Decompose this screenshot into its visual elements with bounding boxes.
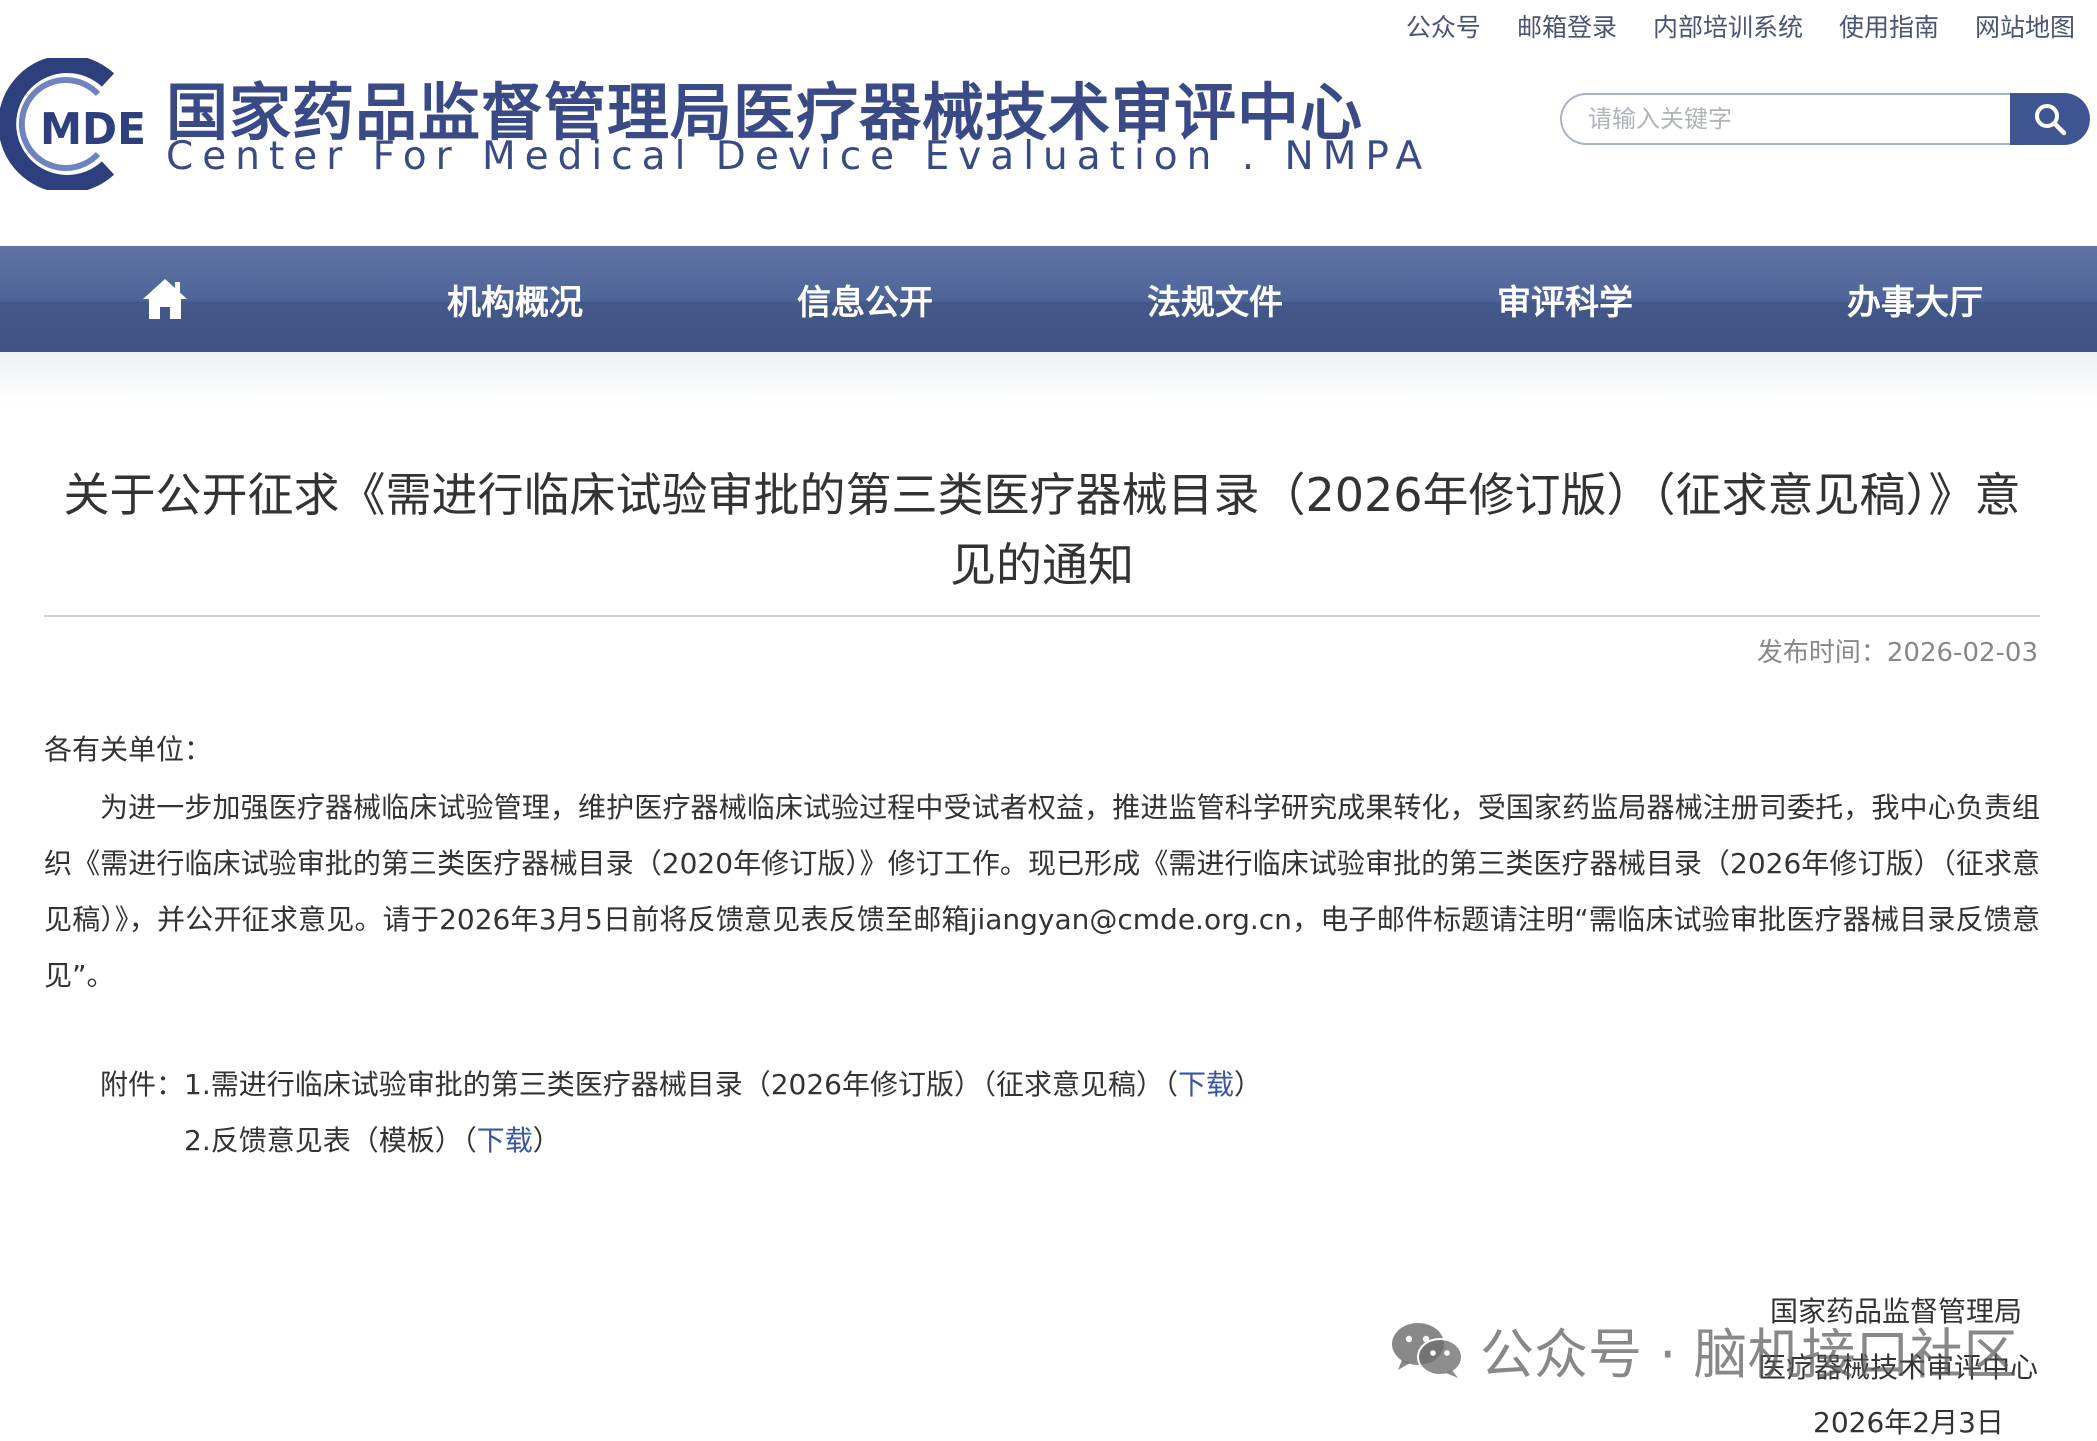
nav-home[interactable] xyxy=(35,246,295,352)
search-button[interactable] xyxy=(2010,93,2090,145)
attachment-1-download-link[interactable]: 下载 xyxy=(1178,1068,1234,1101)
nav-shadow xyxy=(0,352,2097,404)
attachment-label: 附件： xyxy=(100,1068,185,1101)
search-input[interactable] xyxy=(1560,93,2010,145)
nav-item-review-science[interactable]: 审评科学 xyxy=(1435,246,1695,352)
nav-item-service-hall[interactable]: 办事大厅 xyxy=(1785,246,2045,352)
attachment-1: 附件：1.需进行临床试验审批的第三类医疗器械目录（2026年修订版）（征求意见稿… xyxy=(100,1063,1262,1103)
top-link-sitemap[interactable]: 网站地图 xyxy=(1975,8,2075,44)
search-icon xyxy=(2035,104,2067,136)
top-links: 公众号 邮箱登录 内部培训系统 使用指南 网站地图 xyxy=(1406,8,2075,44)
greeting: 各有关单位： xyxy=(44,733,213,766)
attachment-2: 2.反馈意见表（模板）（下载） xyxy=(184,1119,561,1159)
main-nav: 机构概况 信息公开 法规文件 审评科学 办事大厅 xyxy=(0,246,2097,352)
nav-item-about[interactable]: 机构概况 xyxy=(385,246,645,352)
top-link-wechat[interactable]: 公众号 xyxy=(1406,8,1481,44)
watermark: 公众号 · 脑机接口社区 xyxy=(1390,1310,2018,1389)
signature-date: 2026年2月3日 xyxy=(1813,1406,2004,1439)
logo-text: MDE xyxy=(40,104,146,155)
article-title: 关于公开征求《需进行临床试验审批的第三类医疗器械目录（2026年修订版）（征求意… xyxy=(63,468,2021,592)
watermark-text: 公众号 · 脑机接口社区 xyxy=(1480,1323,2018,1386)
attachment-2-close: ） xyxy=(532,1124,561,1157)
nav-item-info-disclosure[interactable]: 信息公开 xyxy=(735,246,995,352)
site-subtitle: Center For Medical Device Evaluation . N… xyxy=(166,134,1432,179)
mde-logo[interactable]: MDE xyxy=(0,58,152,190)
home-icon xyxy=(143,279,187,319)
attachment-2-text: 2.反馈意见表（模板）（ xyxy=(184,1124,477,1157)
nav-item-regulations[interactable]: 法规文件 xyxy=(1085,246,1345,352)
attachment-2-download-link[interactable]: 下载 xyxy=(477,1124,533,1157)
attachment-1-close: ） xyxy=(1234,1068,1263,1101)
article-body: 为进一步加强医疗器械临床试验管理，维护医疗器械临床试验过程中受试者权益，推进监管… xyxy=(44,791,2040,992)
search-box xyxy=(1560,93,2090,149)
wechat-icon xyxy=(1392,1322,1463,1378)
publish-time: 发布时间：2026-02-03 xyxy=(1756,638,2038,668)
title-divider xyxy=(44,615,2040,617)
top-link-training-system[interactable]: 内部培训系统 xyxy=(1653,8,1803,44)
top-link-guide[interactable]: 使用指南 xyxy=(1839,8,1939,44)
top-link-mail-login[interactable]: 邮箱登录 xyxy=(1517,8,1617,44)
attachment-1-text: 1.需进行临床试验审批的第三类医疗器械目录（2026年修订版）（征求意见稿）（ xyxy=(184,1068,1178,1101)
